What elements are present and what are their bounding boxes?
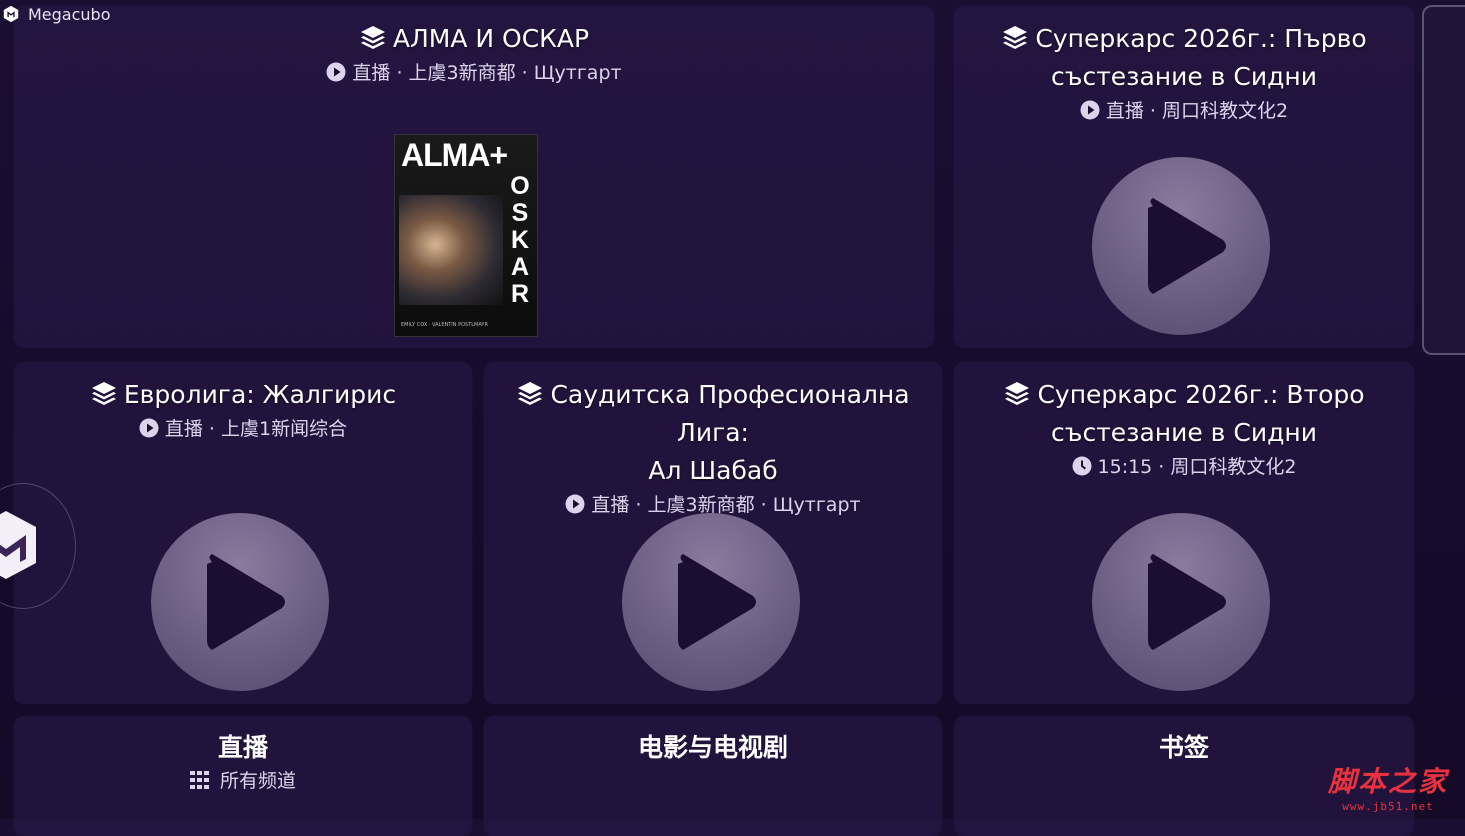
card-title-line1: Суперкарс 2026г.: Второ: [1037, 380, 1365, 409]
card-title-line2: състезание в Сидни: [1051, 418, 1317, 447]
play-circle-icon: [1080, 100, 1100, 120]
play-circle-icon: [139, 418, 159, 438]
title-bar: Megacubo: [0, 0, 111, 28]
megacubo-logo-icon: [0, 511, 36, 579]
poster-caption: EMILY COX · VALENTIN POSTLMAYR: [401, 322, 488, 328]
layers-icon: [1005, 382, 1030, 405]
menu-movies-series[interactable]: 电影与电视剧: [484, 716, 942, 836]
card-title-line2: състезание в Сидни: [1051, 62, 1317, 91]
card-supercars-race2[interactable]: Суперкарс 2026г.: Второ състезание в Сид…: [954, 362, 1414, 704]
poster-side-text: OSKAR: [510, 172, 530, 308]
card-subtitle: 直播 · 上虞1新闻综合: [164, 418, 348, 440]
card-title-line1: Суперкарс 2026г.: Първо: [1035, 24, 1367, 53]
layers-icon: [91, 382, 116, 405]
card-subtitle: 直播 · 周口科教文化2: [1105, 100, 1289, 122]
layers-icon: [518, 382, 543, 405]
card-title: Евролига: Жалгирис: [123, 380, 397, 409]
play-button-icon[interactable]: [1091, 512, 1271, 692]
menu-live[interactable]: 直播 所有频道: [14, 716, 472, 836]
app-title: Megacubo: [28, 4, 111, 24]
menu-live-title: 直播: [217, 733, 268, 762]
card-title-line1: Саудитска Професионална Лига:: [550, 380, 910, 447]
card-title: АЛМА И ОСКАР: [392, 24, 590, 53]
layers-icon: [360, 26, 385, 49]
watermark-text: 脚本之家: [1328, 765, 1449, 798]
card-supercars-race1[interactable]: Суперкарс 2026г.: Първо състезание в Сид…: [954, 6, 1414, 348]
play-circle-icon: [565, 494, 585, 514]
play-button-icon[interactable]: [621, 512, 801, 692]
clock-icon: [1072, 456, 1092, 476]
play-circle-icon: [326, 62, 346, 82]
layers-icon: [1003, 26, 1028, 49]
watermark-url: www.jb51.net: [1342, 800, 1434, 813]
grid-icon: [189, 771, 209, 789]
menu-live-subtitle: 所有频道: [219, 770, 296, 792]
poster-photo: [399, 195, 503, 305]
card-subtitle: 直播 · 上虞3新商都 · Щутгарт: [352, 62, 622, 84]
card-subtitle: 15:15 · 周口科教文化2: [1097, 456, 1297, 478]
poster-title-text: ALMA+: [401, 137, 508, 173]
play-button-icon[interactable]: [1091, 156, 1271, 336]
watermark: 脚本之家 www.jb51.net: [1328, 760, 1448, 813]
play-button-icon[interactable]: [150, 512, 330, 692]
menu-movies-title: 电影与电视剧: [637, 733, 788, 762]
card-title-line2: Ал Шабаб: [648, 456, 778, 485]
megacubo-logo-icon: [3, 5, 19, 23]
next-page-card[interactable]: [1422, 5, 1465, 355]
card-euroleague[interactable]: Евролига: Жалгирис 直播 · 上虞1新闻综合: [14, 362, 472, 704]
card-saudi-league[interactable]: Саудитска Професионална Лига: Ал Шабаб 直…: [484, 362, 942, 704]
movie-poster-image[interactable]: ALMA+ OSKAR EMILY COX · VALENTIN POSTLMA…: [394, 134, 538, 337]
